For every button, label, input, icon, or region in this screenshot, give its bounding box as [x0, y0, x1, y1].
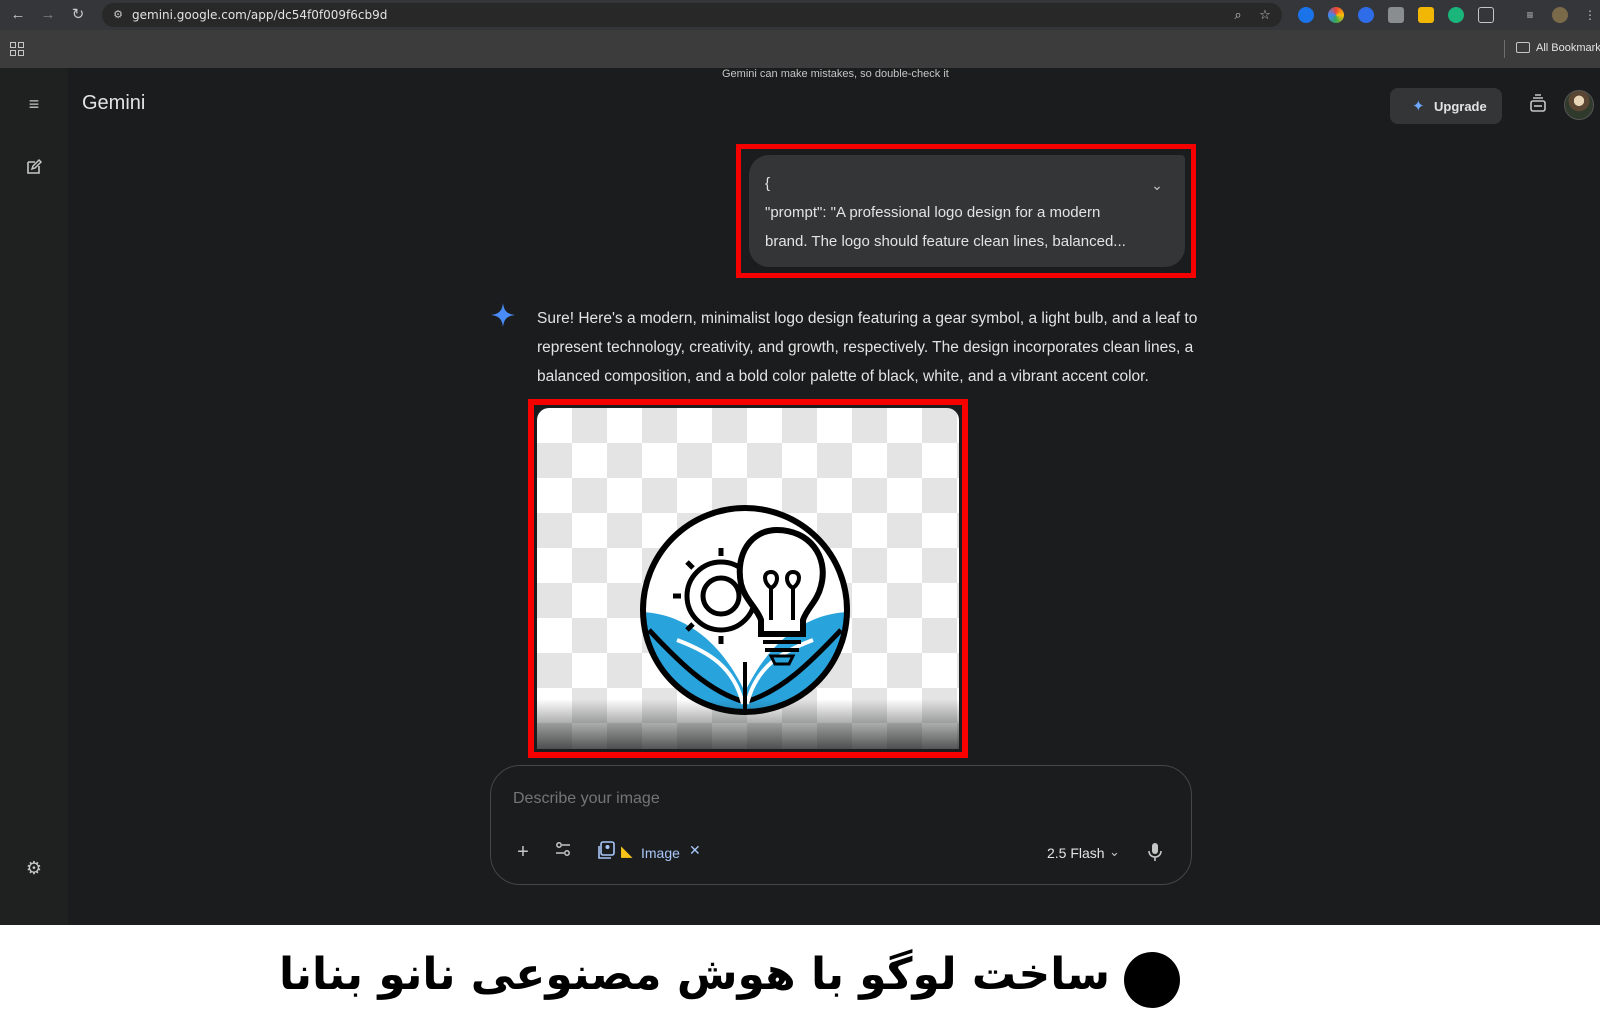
response-text: Sure! Here's a modern, minimalist logo d… — [537, 304, 1197, 391]
prompt-input[interactable] — [513, 790, 1013, 808]
gemini-sparkle-icon — [490, 302, 516, 328]
new-chat-icon[interactable] — [22, 158, 46, 182]
remove-tool-close-icon[interactable]: ✕ — [689, 842, 701, 859]
prompt-line: { — [765, 175, 771, 192]
forward-arrow-icon[interactable]: → — [38, 5, 58, 25]
all-bookmarks-link[interactable]: All Bookmarks — [1536, 42, 1600, 54]
folder-icon[interactable] — [1516, 42, 1530, 53]
user-prompt-bubble[interactable]: { "prompt": "A professional logo design … — [749, 155, 1185, 267]
add-plus-icon[interactable]: + — [511, 840, 535, 864]
reload-icon[interactable]: ↻ — [68, 5, 88, 25]
profile-avatar-icon[interactable] — [1552, 7, 1568, 23]
extension-icon[interactable] — [1448, 7, 1464, 23]
menu-icon[interactable]: ≡ — [22, 92, 46, 116]
prompt-composer: + ◣ Image ✕ 2.5 Flash ⌄ — [490, 765, 1192, 885]
image-tool-icon[interactable] — [597, 840, 619, 862]
gemini-app: ≡ ⚙ Gemini ✦ Upgrade { "prompt": "A prof… — [0, 68, 1600, 925]
logo-graphic — [640, 505, 850, 715]
extension-icon[interactable] — [1328, 7, 1344, 23]
url-text[interactable]: gemini.google.com/app/dc54f0f009f6cb9d — [132, 8, 387, 22]
disclaimer-text: Gemini can make mistakes, so double-chec… — [722, 68, 949, 80]
response-line: balanced composition, and a bold color p… — [537, 368, 1149, 385]
bullet-dot — [1124, 952, 1180, 1008]
app-title[interactable]: Gemini — [82, 92, 145, 115]
image-fade-overlay — [537, 699, 959, 749]
settings-gear-icon[interactable]: ⚙ — [22, 856, 46, 880]
image-highlight-box — [528, 399, 968, 758]
extension-icon[interactable] — [1358, 7, 1374, 23]
temporary-chat-icon[interactable] — [1527, 93, 1549, 115]
extensions-puzzle-icon[interactable] — [1478, 7, 1494, 23]
upgrade-label: Upgrade — [1434, 99, 1487, 114]
bookmarks-bar: All Bookmarks — [0, 30, 1600, 68]
browser-menu-icon[interactable]: ⋮ — [1584, 7, 1600, 23]
prompt-line: "prompt": "A professional logo design fo… — [765, 204, 1101, 221]
extension-icon[interactable] — [1388, 7, 1404, 23]
model-selector-label[interactable]: 2.5 Flash — [1047, 845, 1105, 861]
generated-logo-image[interactable] — [537, 408, 959, 749]
banana-icon: ◣ — [621, 843, 633, 860]
upgrade-button[interactable]: ✦ Upgrade — [1390, 88, 1502, 124]
side-rail: ≡ ⚙ — [0, 68, 68, 925]
prompt-highlight-box: { "prompt": "A professional logo design … — [736, 144, 1196, 278]
account-avatar[interactable] — [1564, 90, 1594, 120]
extension-icon[interactable] — [1298, 7, 1314, 23]
response-line: represent technology, creativity, and gr… — [537, 339, 1194, 356]
tools-sliders-icon[interactable] — [551, 840, 575, 864]
caption-banner: ساخت لوگو با هوش مصنوعی نانو بنانا — [0, 925, 1600, 1035]
caption-text: ساخت لوگو با هوش مصنوعی نانو بنانا — [278, 949, 1110, 1000]
apps-grid-icon[interactable] — [10, 42, 24, 56]
response-line: Sure! Here's a modern, minimalist logo d… — [537, 310, 1198, 327]
user-prompt-text: { "prompt": "A professional logo design … — [765, 169, 1145, 256]
address-bar[interactable]: ⚙ gemini.google.com/app/dc54f0f009f6cb9d… — [102, 3, 1282, 27]
bookmark-star-icon[interactable]: ☆ — [1257, 7, 1273, 23]
sparkle-icon: ✦ — [1412, 98, 1425, 115]
expand-chevron-icon[interactable]: ⌄ — [1147, 175, 1167, 195]
extension-icon[interactable] — [1418, 7, 1434, 23]
model-chevron-down-icon[interactable]: ⌄ — [1109, 844, 1120, 860]
reading-list-icon[interactable]: ≡ — [1522, 7, 1538, 23]
image-tool-label[interactable]: Image — [641, 845, 680, 861]
microphone-icon[interactable] — [1147, 842, 1163, 862]
zoom-icon[interactable]: ⌕ — [1230, 7, 1246, 23]
site-info-icon[interactable]: ⚙ — [110, 7, 126, 23]
bookmarks-divider — [1504, 40, 1505, 58]
browser-toolbar: ← → ↻ ⚙ gemini.google.com/app/dc54f0f009… — [0, 0, 1600, 30]
prompt-line: brand. The logo should feature clean lin… — [765, 233, 1126, 250]
back-arrow-icon[interactable]: ← — [8, 5, 28, 25]
